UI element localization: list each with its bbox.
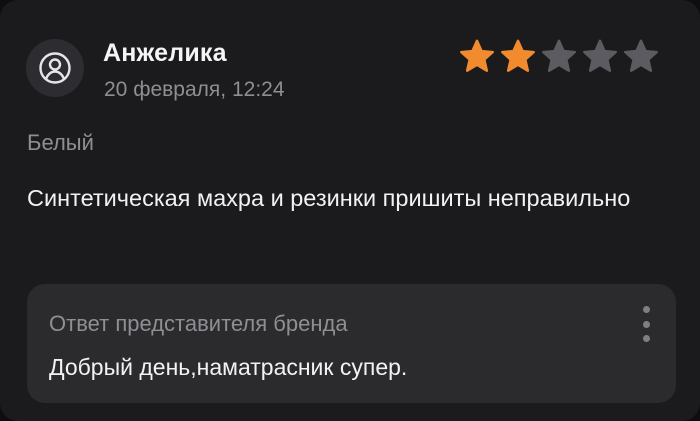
review-date: 20 февраля, 12:24 — [104, 78, 285, 101]
star-empty-icon — [624, 39, 658, 72]
brand-reply: Ответ представителя бренда Добрый день,н… — [27, 284, 676, 403]
user-circle-icon — [39, 52, 71, 84]
product-variant: Белый — [27, 130, 94, 155]
star-empty-icon — [583, 39, 617, 72]
dot — [642, 306, 650, 313]
review-text: Синтетическая махра и резинки пришиты не… — [27, 185, 631, 211]
review-author: Анжелика — [103, 39, 227, 67]
reply-title: Ответ представителя бренда — [49, 311, 348, 336]
dot — [642, 320, 650, 328]
avatar — [26, 39, 84, 97]
dot — [642, 335, 650, 342]
review-card: Анжелика 20 февраля, 12:24 Белый Синтети… — [0, 0, 700, 421]
reply-body: Добрый день,наматрасник супер. — [49, 354, 408, 380]
rating-stars — [458, 38, 660, 76]
star-filled-icon — [501, 39, 535, 72]
star-empty-icon — [542, 39, 576, 72]
more-vertical-icon[interactable] — [638, 306, 654, 342]
star-filled-icon — [460, 39, 494, 72]
